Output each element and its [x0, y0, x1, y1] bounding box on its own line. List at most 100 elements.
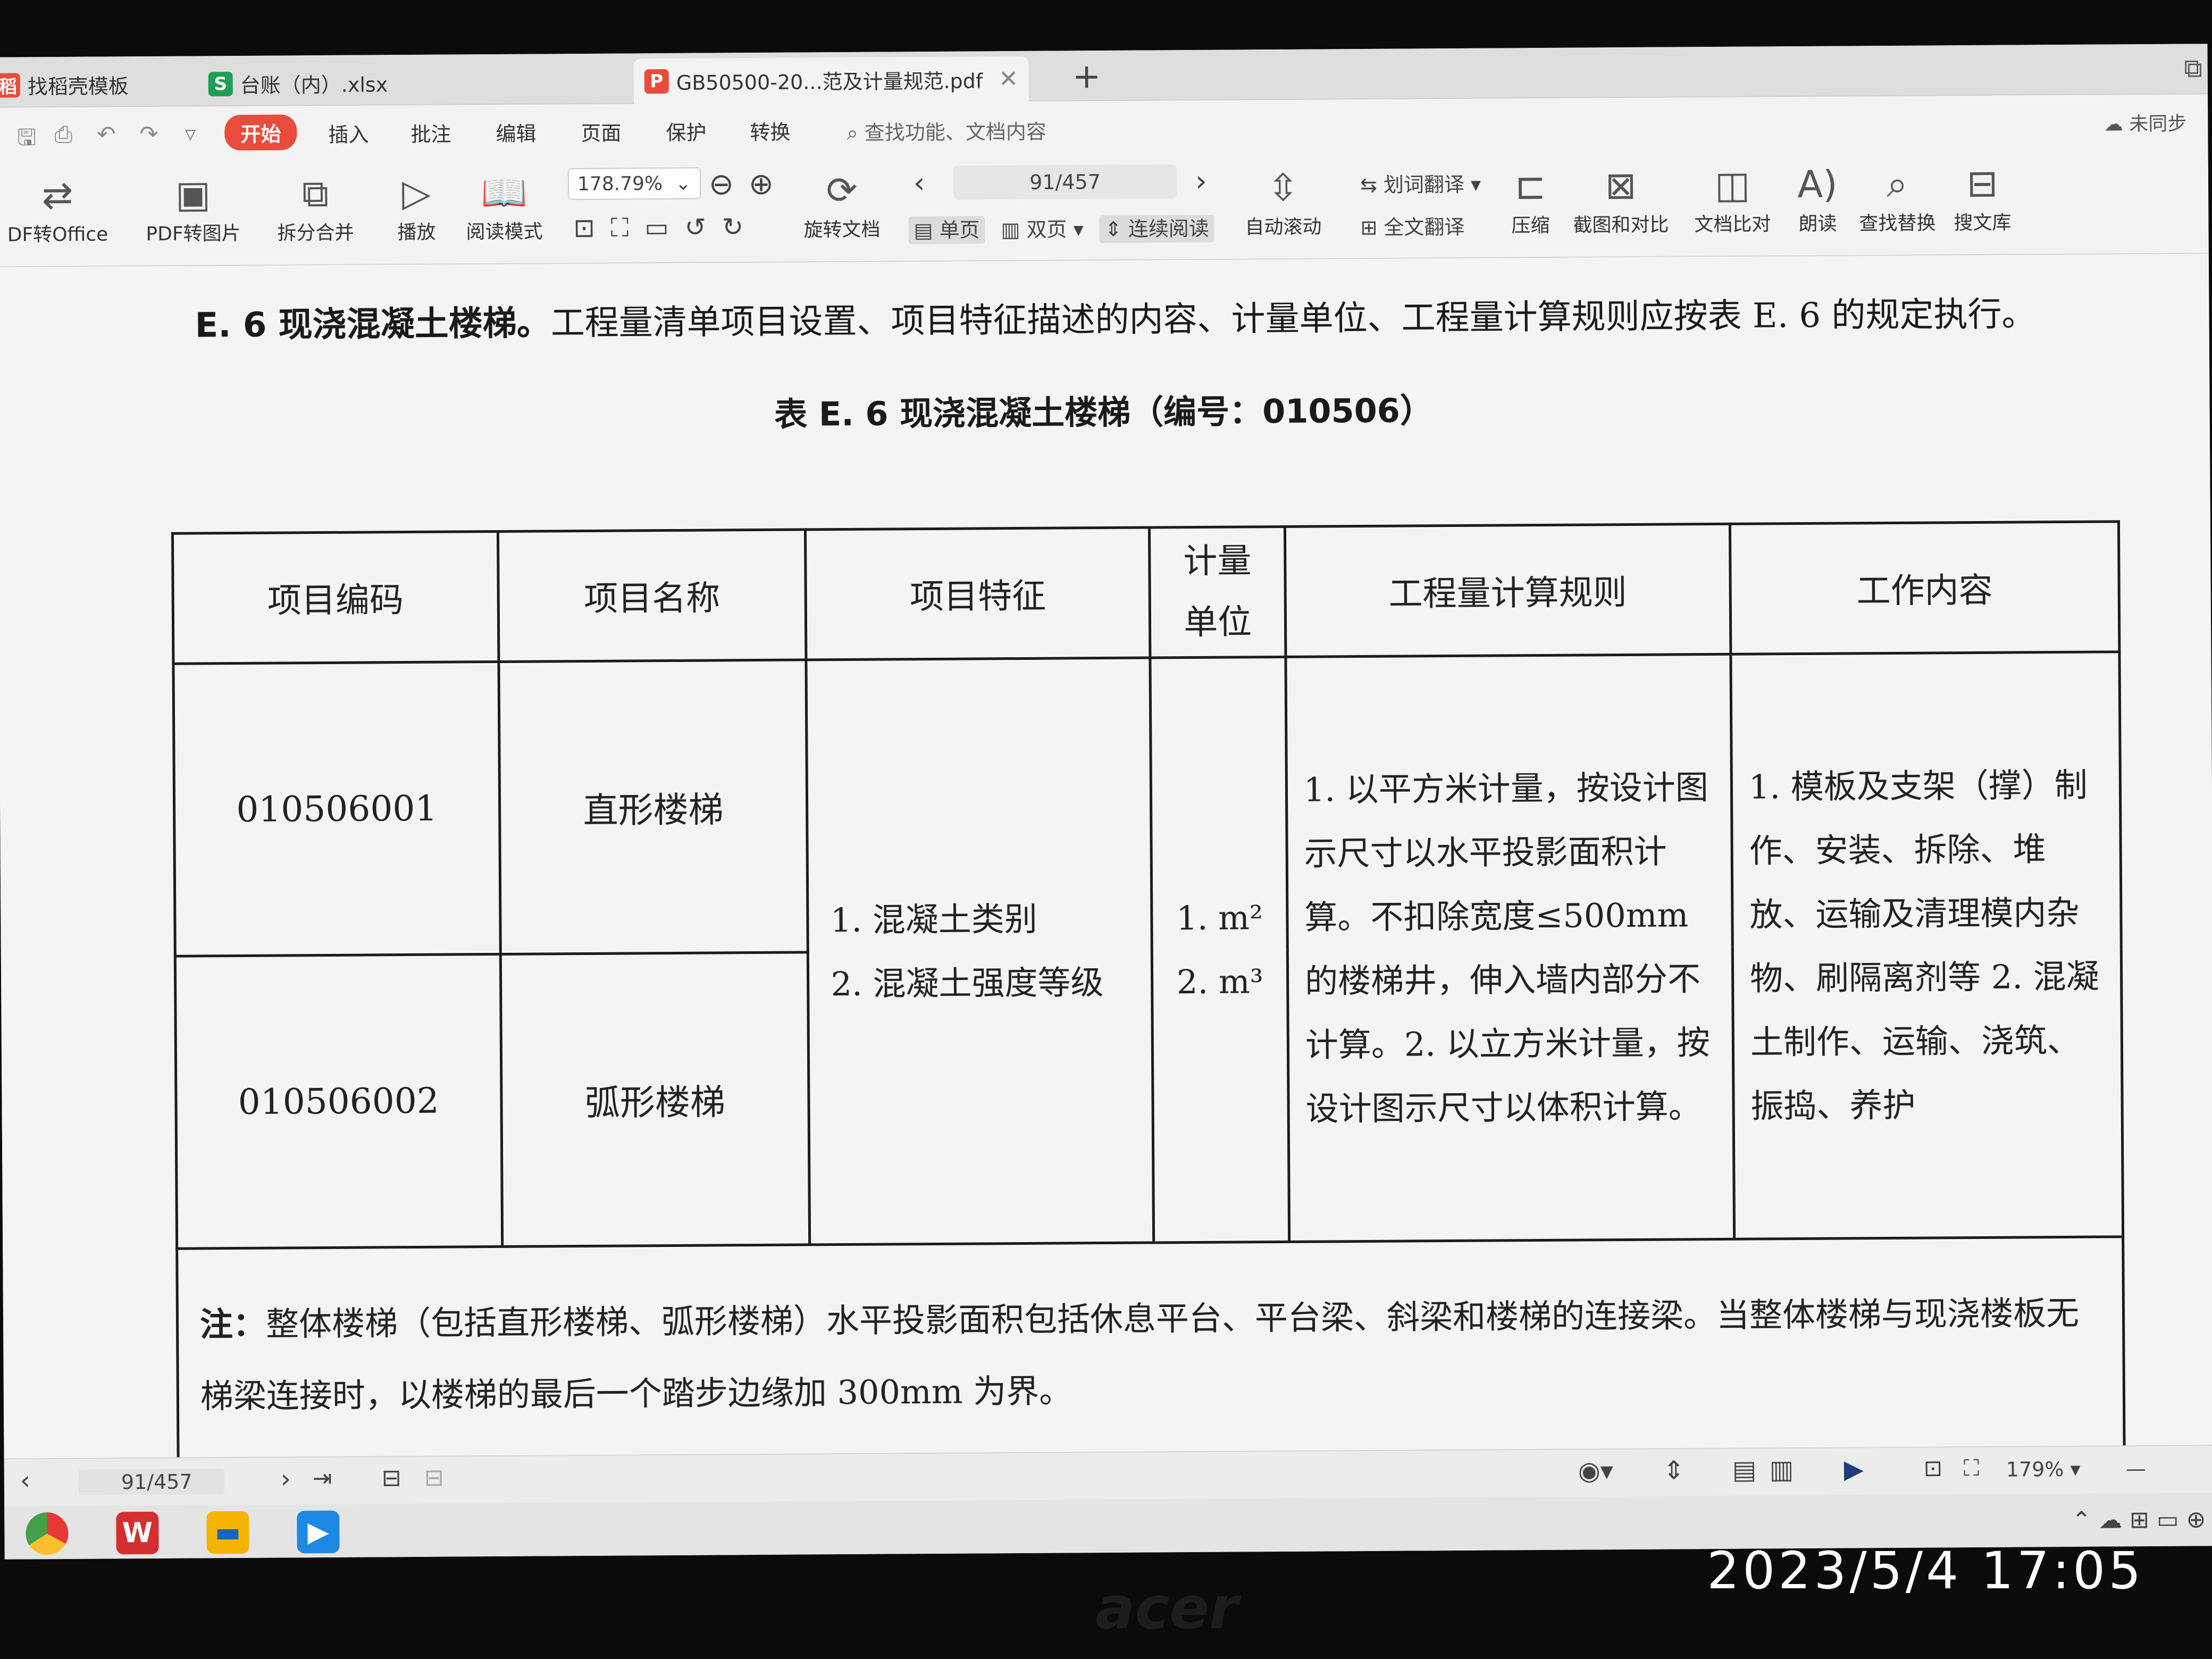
- compress-icon: ⊏: [1514, 164, 1546, 208]
- view-tools[interactable]: ⊡⛶▭↺↻: [573, 212, 759, 244]
- spec-table: 项目编码 项目名称 项目特征 计量 单位 工程量计算规则 工作内容 0105060…: [171, 520, 2126, 1473]
- window-layout-icon[interactable]: ⧉: [2184, 53, 2202, 83]
- header-code: 项目编码: [172, 531, 499, 664]
- play-icon[interactable]: ▶: [1844, 1454, 1864, 1484]
- double-page-button[interactable]: ▥ 双页 ▾: [1001, 217, 1083, 241]
- battery-icon[interactable]: ▭: [2157, 1506, 2179, 1534]
- globe-icon[interactable]: ⊕: [2186, 1506, 2206, 1533]
- item-name: 直形楼梯: [498, 659, 808, 954]
- last-page-icon[interactable]: ⇥: [313, 1465, 332, 1492]
- table-title: 表 E. 6 现浇混凝土楼梯（编号：010506）: [774, 391, 1434, 434]
- tab-docer[interactable]: 稻 找稻壳模板: [0, 62, 129, 108]
- word-translate-button[interactable]: ⇆ 划词翻译 ▾: [1360, 168, 1481, 198]
- menu-edit[interactable]: 编辑: [496, 118, 536, 147]
- zoom-select[interactable]: 178.79% ⌄: [567, 167, 701, 200]
- document-view[interactable]: E. 6 现浇混凝土楼梯。工程量清单项目设置、项目特征描述的内容、计量单位、工程…: [0, 254, 2212, 1472]
- zoom-level[interactable]: 179% ▾: [2006, 1457, 2081, 1481]
- menu-insert[interactable]: 插入: [328, 118, 368, 147]
- print-icon[interactable]: ⎙: [54, 121, 72, 148]
- table-header-row: 项目编码 项目名称 项目特征 计量 单位 工程量计算规则 工作内容: [172, 521, 2119, 664]
- item-name: 弧形楼梯: [500, 952, 810, 1247]
- continuous-read-button[interactable]: ⇕ 连续阅读: [1099, 214, 1214, 244]
- convert-icon: ⇄: [41, 173, 73, 217]
- search-icon: ⌕: [847, 121, 858, 145]
- item-work: 1. 模板及支架（撑）制作、安装、拆除、堆放、运输及清理模内杂物、刷隔离剂等 2…: [1730, 651, 2123, 1239]
- menu-annotate[interactable]: 批注: [410, 118, 451, 147]
- cloud-icon[interactable]: ☁: [2099, 1506, 2122, 1534]
- menu-start[interactable]: 开始: [224, 114, 297, 151]
- menu-page[interactable]: 页面: [581, 117, 621, 146]
- doc-compare-button[interactable]: ◫ 文档比对: [1687, 161, 1778, 237]
- single-page-button[interactable]: ▤ 单页: [908, 216, 985, 245]
- chevron-down-icon[interactable]: ▿: [185, 120, 196, 146]
- header-feature: 项目特征: [805, 527, 1151, 660]
- tab-spreadsheet[interactable]: S 台账（内）.xlsx: [208, 60, 388, 106]
- find-replace-button[interactable]: ⌕ 查找替换: [1852, 160, 1943, 236]
- auto-scroll-button[interactable]: ⇳ 自动滚动: [1230, 163, 1337, 239]
- table-note-row: 注：整体楼梯（包括直形楼梯、弧形楼梯）水平投影面积包括休息平台、平台梁、斜梁和楼…: [177, 1236, 2125, 1472]
- single-page-icon[interactable]: ▤: [1732, 1455, 1757, 1485]
- zoom-out-icon[interactable]: —: [2126, 1457, 2146, 1480]
- pdf-icon: P: [644, 69, 669, 94]
- rotate-right-icon[interactable]: ↻: [722, 212, 760, 242]
- double-page-icon[interactable]: ▥: [1770, 1455, 1794, 1485]
- pdf-to-image-button[interactable]: ▣ PDF转图片: [137, 170, 249, 246]
- zoom-in-icon[interactable]: ⊕: [749, 167, 774, 202]
- scroll-icon: ⇳: [1267, 165, 1299, 210]
- actual-size-icon[interactable]: ⊡: [1924, 1455, 1943, 1481]
- table-note: 注：整体楼梯（包括直形楼梯、弧形楼梯）水平投影面积包括休息平台、平台梁、斜梁和楼…: [177, 1236, 2125, 1472]
- sync-status[interactable]: ☁ 未同步: [2104, 108, 2187, 137]
- item-code: 010506001: [173, 661, 500, 957]
- back-icon[interactable]: ⊟: [382, 1464, 401, 1492]
- actual-size-icon[interactable]: ⊡: [573, 213, 611, 243]
- rotate-document-button[interactable]: ⟳ 旋转文档: [794, 166, 890, 242]
- forward-icon[interactable]: ⊟: [424, 1464, 444, 1492]
- next-page-icon[interactable]: ›: [281, 1464, 291, 1494]
- screenshot-compare-button[interactable]: ⊠ 截图和对比: [1568, 161, 1674, 237]
- continuous-icon[interactable]: ⇕: [1663, 1455, 1685, 1485]
- prev-page-icon[interactable]: ‹: [914, 166, 925, 199]
- read-mode-button[interactable]: 📖 阅读模式: [459, 168, 550, 244]
- add-tab-button[interactable]: +: [1073, 57, 1101, 96]
- rotate-left-icon[interactable]: ↺: [684, 212, 722, 242]
- prev-page-icon[interactable]: ‹: [20, 1465, 31, 1495]
- page-indicator[interactable]: 91/457: [78, 1469, 224, 1495]
- search-icon: ⌕: [1887, 162, 1908, 206]
- zoom-out-icon[interactable]: ⊖: [709, 167, 734, 202]
- fit-page-icon[interactable]: ⛶: [611, 213, 645, 242]
- library-button[interactable]: ⊟ 搜文库: [1948, 160, 2017, 236]
- close-icon[interactable]: ✕: [999, 65, 1018, 93]
- undo-icon[interactable]: ↶: [97, 121, 116, 147]
- tab-label: GB50500-20...范及计量规范.pdf: [676, 69, 983, 95]
- file-explorer-icon[interactable]: ▬: [206, 1511, 249, 1554]
- browser-icon[interactable]: [26, 1512, 69, 1555]
- compress-button[interactable]: ⊏ 压缩: [1501, 162, 1560, 238]
- tab-pdf[interactable]: P GB50500-20...范及计量规范.pdf ✕: [633, 56, 1029, 104]
- wps-pdf-icon[interactable]: ▶: [297, 1510, 340, 1554]
- library-icon: ⊟: [1966, 161, 1998, 206]
- page-number-input[interactable]: 91/457: [953, 164, 1177, 200]
- read-aloud-button[interactable]: A) 朗读: [1788, 160, 1847, 236]
- wps-icon[interactable]: W: [116, 1511, 159, 1555]
- fit-page-icon[interactable]: ⛶: [1964, 1455, 1980, 1481]
- redo-icon[interactable]: ↷: [139, 121, 158, 147]
- menu-convert[interactable]: 转换: [750, 116, 790, 145]
- network-icon[interactable]: ⊞: [2130, 1506, 2149, 1534]
- header-unit: 计量 单位: [1149, 526, 1286, 658]
- next-page-icon[interactable]: ›: [1195, 164, 1207, 198]
- full-translate-button[interactable]: ⊞ 全文翻译: [1360, 211, 1464, 240]
- tab-label: 台账（内）.xlsx: [240, 73, 388, 97]
- eye-protection-icon[interactable]: ◉▾: [1578, 1456, 1613, 1486]
- header-work: 工作内容: [1730, 521, 2119, 655]
- split-merge-button[interactable]: ⧉ 拆分合并: [265, 169, 366, 245]
- save-icon[interactable]: 🖫: [17, 121, 36, 159]
- split-icon: ⧉: [301, 171, 329, 216]
- chevron-up-icon[interactable]: ⌃: [2072, 1507, 2091, 1534]
- menu-protect[interactable]: 保护: [666, 116, 706, 146]
- pdf-to-office-button[interactable]: ⇄ DF转Office: [0, 171, 119, 247]
- docer-icon: 稻: [0, 72, 20, 98]
- search-input[interactable]: ⌕ 查找功能、文档内容: [847, 115, 1046, 146]
- fit-width-icon[interactable]: ▭: [644, 213, 685, 242]
- item-code: 010506002: [175, 954, 502, 1249]
- play-button[interactable]: ▷ 播放: [384, 169, 449, 245]
